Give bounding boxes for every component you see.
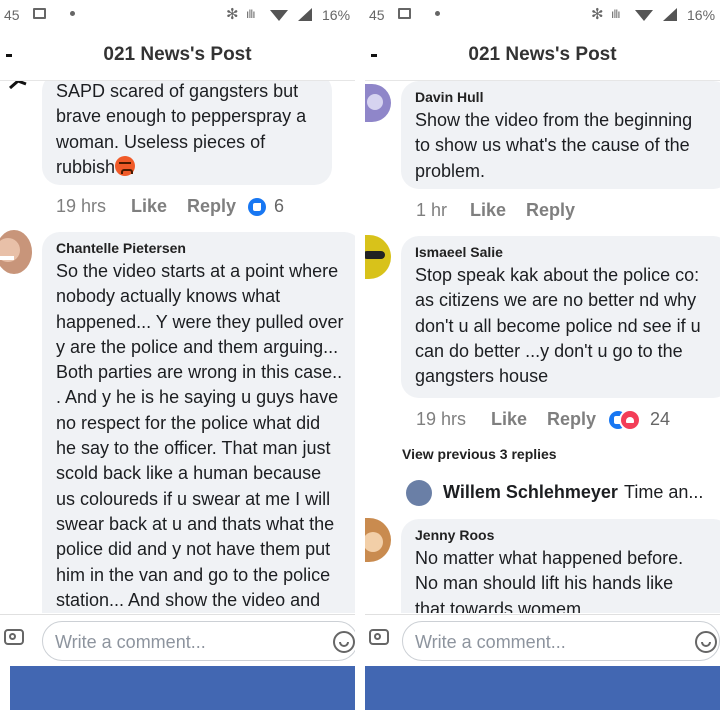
signal-icon: [663, 8, 677, 21]
avatar-photo-icon: [365, 251, 385, 259]
page-title: 021 News's Post: [468, 44, 617, 65]
angry-face-emoji-icon: [115, 155, 136, 176]
bottom-bar: [365, 666, 720, 710]
reaction-count: 6: [274, 196, 285, 216]
comments-feed[interactable]: Davin Hull Show the video from the begin…: [365, 81, 720, 613]
bluetooth-icon: ✻: [226, 6, 239, 23]
comment-author[interactable]: Davin Hull: [415, 89, 719, 105]
avatar-photo-icon: [0, 238, 20, 262]
comment-text: SAPD scared of gangsters but brave enoug…: [56, 81, 307, 177]
like-button[interactable]: Like: [131, 196, 167, 217]
like-reaction-icon: [248, 198, 266, 216]
message-notification-icon: [33, 8, 46, 19]
panel-divider: [355, 0, 365, 720]
emoji-picker-icon[interactable]: [333, 631, 355, 653]
message-notification-icon: [398, 8, 411, 19]
reply-preview[interactable]: Willem Schlehmeyer Time an...: [406, 480, 720, 508]
comment-author[interactable]: Jenny Roos: [415, 527, 719, 543]
comment-bubble: SAPD scared of gangsters but brave enoug…: [42, 81, 332, 185]
left-screenshot-panel: 45 ✻ ıǁı 16% 021 News's Post SAPD scared…: [0, 0, 355, 720]
wifi-icon: [635, 10, 653, 21]
emoji-picker-icon[interactable]: [695, 631, 717, 653]
reply-text: Time an...: [624, 482, 704, 502]
comment-bubble: Jenny Roos No matter what happened befor…: [401, 519, 720, 613]
avatar[interactable]: [8, 81, 30, 89]
status-time: 45: [4, 7, 20, 23]
avatar[interactable]: [365, 235, 391, 279]
comment-time: 1 hr: [416, 200, 448, 220]
vibrate-icon: ıǁı: [611, 7, 621, 21]
comment-text: Stop speak kak about the police co: as c…: [415, 265, 701, 387]
like-button[interactable]: Like: [470, 200, 506, 221]
comment-text: No matter what happened before. No man s…: [415, 548, 684, 613]
wifi-icon: [270, 10, 288, 21]
comment-bubble: Davin Hull Show the video from the begin…: [401, 81, 720, 189]
notification-dot-icon: [70, 11, 75, 16]
comment-actions: 1 hr Like Reply: [416, 200, 716, 224]
comment-composer: [0, 614, 355, 667]
comment-bubble: Ismaeel Salie Stop speak kak about the p…: [401, 236, 720, 398]
avatar: [406, 480, 432, 506]
page-title: 021 News's Post: [103, 44, 252, 65]
camera-icon[interactable]: [4, 629, 24, 645]
reactions[interactable]: [609, 411, 641, 429]
battery-level: 16%: [687, 7, 716, 23]
comment-time: 19 hrs: [416, 409, 467, 429]
avatar[interactable]: [365, 518, 391, 562]
comments-feed[interactable]: SAPD scared of gangsters but brave enoug…: [0, 81, 355, 613]
avatar[interactable]: [365, 84, 391, 122]
comment-field[interactable]: [42, 621, 355, 661]
avatar[interactable]: [0, 230, 32, 274]
comment-author[interactable]: Chantelle Pietersen: [56, 240, 350, 256]
post-header: 021 News's Post: [0, 32, 355, 81]
love-reaction-icon: [621, 411, 639, 429]
comment-actions: 19 hrs Like Reply 24: [416, 409, 716, 433]
comment-input[interactable]: [53, 630, 327, 654]
reactions[interactable]: [248, 198, 268, 216]
avatar-photo-icon: [365, 532, 383, 552]
comment-text: Show the video from the beginning to sho…: [415, 110, 693, 181]
signal-icon: [298, 8, 312, 21]
reply-button[interactable]: Reply: [526, 200, 575, 221]
comment-field[interactable]: [402, 621, 720, 661]
bottom-bar: [10, 666, 355, 710]
comment-bubble: Chantelle Pietersen So the video starts …: [42, 232, 355, 613]
vibrate-icon: ıǁı: [246, 7, 256, 21]
comment-author[interactable]: Ismaeel Salie: [415, 244, 719, 260]
notification-dot-icon: [435, 11, 440, 16]
view-previous-replies-link[interactable]: View previous 3 replies: [402, 446, 557, 462]
reply-button[interactable]: Reply: [547, 409, 596, 430]
reply-author: Willem Schlehmeyer: [443, 482, 618, 502]
reply-button[interactable]: Reply: [187, 196, 236, 217]
comment-composer: [365, 614, 720, 667]
like-button[interactable]: Like: [491, 409, 527, 430]
status-bar: 45 ✻ ıǁı 16%: [0, 0, 355, 30]
avatar-photo-icon: [367, 94, 383, 110]
right-screenshot-panel: 45 ✻ ıǁı 16% 021 News's Post Davin Hull …: [365, 0, 720, 720]
avatar-fragment-icon: [9, 81, 27, 89]
battery-level: 16%: [322, 7, 351, 23]
status-bar: 45 ✻ ıǁı 16%: [365, 0, 720, 30]
status-time: 45: [369, 7, 385, 23]
comment-actions: 19 hrs Like Reply 6: [56, 196, 355, 220]
camera-icon[interactable]: [369, 629, 389, 645]
reaction-count: 24: [650, 409, 671, 429]
comment-text: So the video starts at a point where nob…: [56, 261, 344, 610]
post-header: 021 News's Post: [365, 32, 720, 81]
comment-input[interactable]: [413, 630, 687, 654]
bluetooth-icon: ✻: [591, 6, 604, 23]
comment-time: 19 hrs: [56, 196, 107, 216]
